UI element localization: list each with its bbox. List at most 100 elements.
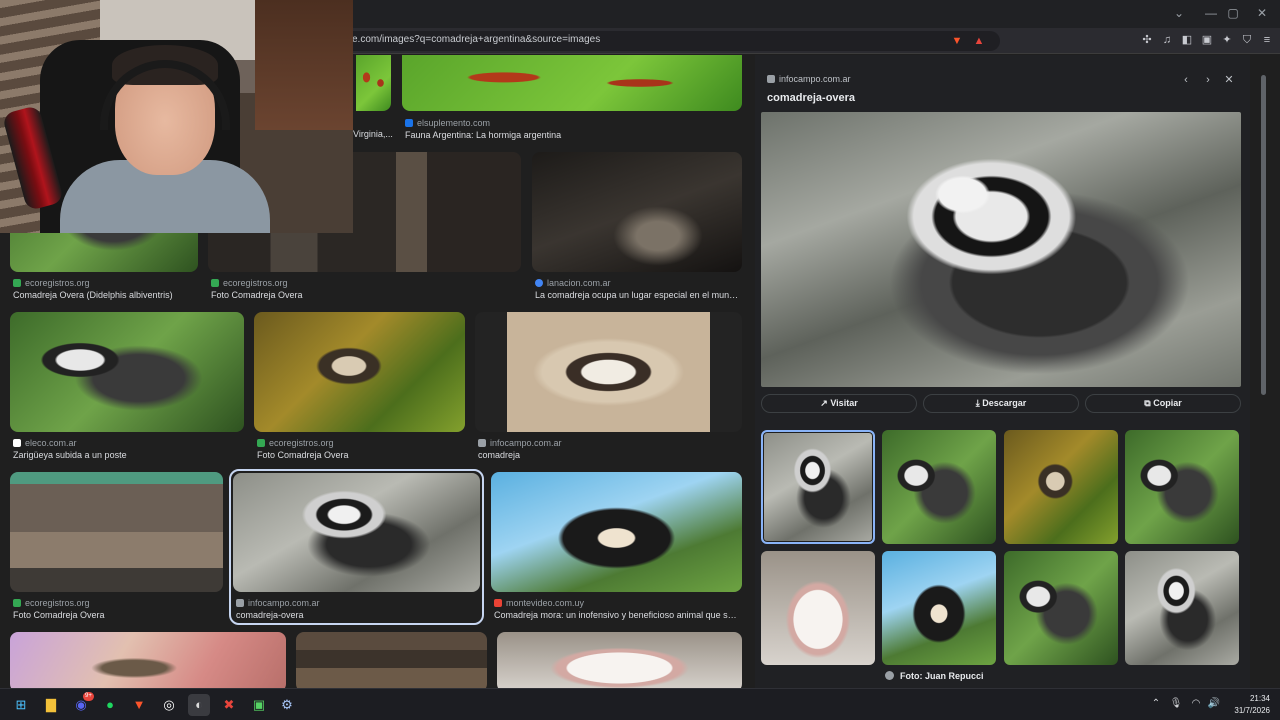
external-link-icon: ↗ xyxy=(820,398,831,408)
result-title-0[interactable]: Virginia,... xyxy=(353,129,393,139)
site-favicon-icon xyxy=(13,599,21,607)
related-thumb-3[interactable] xyxy=(1125,430,1239,544)
result-source-8[interactable]: ecoregistros.org xyxy=(13,598,90,608)
result-title-4[interactable]: La comadreja ocupa un lugar especial en … xyxy=(535,290,742,300)
brave-browser-icon[interactable]: ▼ xyxy=(128,694,150,716)
result-image-4[interactable] xyxy=(532,152,742,272)
tray-overflow-icon[interactable]: ⌃ xyxy=(1149,698,1163,709)
result-source-6[interactable]: ecoregistros.org xyxy=(257,438,334,448)
related-thumb-0[interactable] xyxy=(761,430,875,544)
brave-rewards-icon[interactable]: ▲ xyxy=(972,34,986,48)
site-favicon-icon xyxy=(535,279,543,287)
result-image-10[interactable] xyxy=(491,472,742,592)
volume-icon[interactable]: 🔊 xyxy=(1207,698,1221,709)
result-title-6[interactable]: Foto Comadreja Overa xyxy=(257,450,462,460)
site-favicon-icon xyxy=(494,599,502,607)
result-source-10[interactable]: montevideo.com.uy xyxy=(494,598,584,608)
result-title-3[interactable]: Foto Comadreja Overa xyxy=(211,290,511,300)
photo-credit-text: Foto: Juan Repucci xyxy=(900,671,984,681)
preview-main-image[interactable] xyxy=(761,112,1241,387)
result-source-text: montevideo.com.uy xyxy=(506,598,585,608)
result-title-10[interactable]: Comadreja mora: un inofensivo y benefici… xyxy=(494,610,740,620)
next-arrow-icon[interactable]: › xyxy=(1201,73,1215,87)
result-image-6[interactable] xyxy=(254,312,465,432)
result-source-text: infocampo.com.ar xyxy=(490,438,562,448)
scrollbar-thumb[interactable] xyxy=(1261,75,1266,395)
avatar xyxy=(885,671,894,680)
related-thumb-4[interactable] xyxy=(761,551,875,665)
result-image-9[interactable] xyxy=(233,473,480,592)
microphone-icon[interactable]: 🎙 xyxy=(1169,698,1183,709)
result-source-5[interactable]: eleco.com.ar xyxy=(13,438,77,448)
visit-label: Visitar xyxy=(830,398,858,408)
maximize-button[interactable]: ▢ xyxy=(1218,4,1248,22)
result-source-3[interactable]: ecoregistros.org xyxy=(211,278,288,288)
address-bar[interactable]: e.com/images?q=comadreja+argentina&sourc… xyxy=(340,31,1000,51)
site-favicon-icon xyxy=(405,119,413,127)
terminal-icon[interactable]: ▣ xyxy=(248,694,270,716)
visit-button[interactable]: ↗ Visitar xyxy=(761,394,917,413)
settings-gear-icon[interactable]: ⚙ xyxy=(276,694,298,716)
wallet-icon[interactable]: ▣ xyxy=(1200,33,1214,47)
windows-taskbar: ⊞ ▇ ◉ 9+ ● ▼ ◎ ◐ ✖ ▣ ⚙ ⌃ 🎙 ◠ 🔊 21:34 31/7… xyxy=(0,688,1280,720)
result-image-12[interactable] xyxy=(296,632,487,688)
result-title-8[interactable]: Foto Comadreja Overa xyxy=(13,610,223,620)
result-image-13[interactable] xyxy=(497,632,742,688)
file-explorer-icon[interactable]: ▇ xyxy=(40,694,62,716)
obs-icon[interactable]: ◎ xyxy=(158,694,180,716)
result-title-1[interactable]: Fauna Argentina: La hormiga argentina xyxy=(405,130,735,140)
result-title-2[interactable]: Comadreja Overa (Didelphis albiventris) xyxy=(13,290,198,300)
result-source-4[interactable]: lanacion.com.ar xyxy=(535,278,611,288)
taskbar-clock[interactable]: 21:34 31/7/2026 xyxy=(1226,693,1270,717)
result-title-9[interactable]: comadreja-overa xyxy=(236,610,476,620)
wifi-icon[interactable]: ◠ xyxy=(1189,698,1203,709)
site-favicon-icon xyxy=(211,279,219,287)
webcam-door xyxy=(255,0,353,130)
result-image-0[interactable] xyxy=(356,55,391,111)
previous-arrow-icon[interactable]: ‹ xyxy=(1179,73,1193,87)
page-scrollbar[interactable] xyxy=(1250,55,1280,688)
sidebar-icon[interactable]: ◧ xyxy=(1180,33,1194,47)
menu-icon[interactable]: ≡ xyxy=(1260,33,1274,47)
result-source-2[interactable]: ecoregistros.org xyxy=(13,278,90,288)
copy-button[interactable]: ⧉ Copiar xyxy=(1085,394,1241,413)
result-source-9[interactable]: infocampo.com.ar xyxy=(236,598,320,608)
download-button[interactable]: ⤓ Descargar xyxy=(923,394,1079,413)
media-icon[interactable]: ♫ xyxy=(1160,33,1174,47)
leo-ai-icon[interactable]: ✦ xyxy=(1220,33,1234,47)
result-image-5[interactable] xyxy=(10,312,244,432)
related-thumb-6[interactable] xyxy=(1004,551,1118,665)
result-image-1[interactable] xyxy=(402,55,742,111)
brave-shields-icon[interactable]: ▼ xyxy=(950,34,964,48)
related-thumb-5[interactable] xyxy=(882,551,996,665)
result-source-text: eleco.com.ar xyxy=(25,438,77,448)
related-thumb-2[interactable] xyxy=(1004,430,1118,544)
download-label: Descargar xyxy=(982,398,1027,408)
address-bar-url[interactable]: e.com/images?q=comadreja+argentina&sourc… xyxy=(352,34,600,45)
result-title-7[interactable]: comadreja xyxy=(478,450,738,460)
result-image-8[interactable] xyxy=(10,472,223,592)
app-icon-active[interactable]: ◐ xyxy=(188,694,210,716)
preview-source[interactable]: infocampo.com.ar xyxy=(767,74,851,84)
site-favicon-icon xyxy=(767,75,775,83)
result-source-1[interactable]: elsuplemento.com xyxy=(405,118,490,128)
result-image-11[interactable] xyxy=(10,632,286,688)
app-x-icon[interactable]: ✖ xyxy=(218,694,240,716)
windows-start-icon[interactable]: ⊞ xyxy=(10,694,32,716)
spotify-icon[interactable]: ● xyxy=(99,694,121,716)
preview-title[interactable]: comadreja-overa xyxy=(767,92,855,104)
related-thumb-1[interactable] xyxy=(882,430,996,544)
discord-icon[interactable]: ◉ 9+ xyxy=(70,692,94,716)
vpn-shield-icon[interactable]: ⛉ xyxy=(1240,33,1254,47)
related-thumb-7[interactable] xyxy=(1125,551,1239,665)
close-icon[interactable]: ✕ xyxy=(1222,73,1236,87)
result-image-7[interactable] xyxy=(475,312,742,432)
result-source-7[interactable]: infocampo.com.ar xyxy=(478,438,562,448)
site-favicon-icon xyxy=(478,439,486,447)
extensions-icon[interactable]: ✣ xyxy=(1140,33,1154,47)
close-window-button[interactable]: ✕ xyxy=(1247,4,1277,22)
site-favicon-icon xyxy=(13,439,21,447)
tab-search-icon[interactable]: ⌄ xyxy=(1164,4,1194,22)
result-title-5[interactable]: Zarigüeya subida a un poste xyxy=(13,450,243,460)
clock-time: 21:34 xyxy=(1249,694,1270,703)
